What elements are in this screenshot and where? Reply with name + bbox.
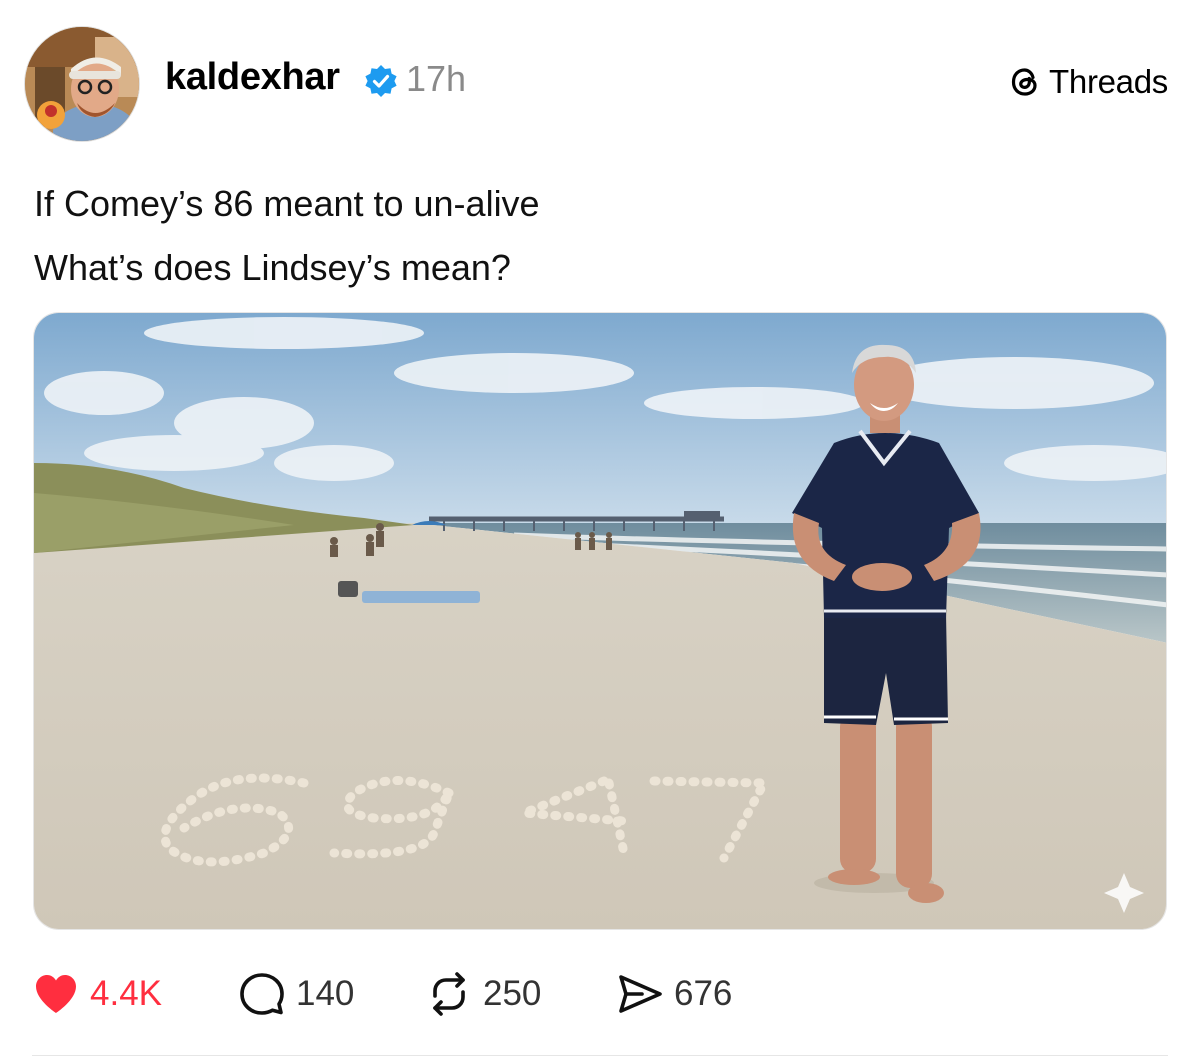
reply-count: 140: [296, 974, 355, 1013]
repost-button[interactable]: 250: [425, 966, 541, 1022]
share-button[interactable]: 676: [616, 966, 732, 1022]
post-caption: If Comey’s 86 meant to un-alive What’s d…: [34, 172, 540, 300]
post-timestamp: 17h: [406, 58, 467, 99]
threads-logo-icon: [1011, 68, 1037, 96]
reply-button[interactable]: 140: [238, 966, 354, 1022]
like-count: 4.4K: [90, 974, 162, 1013]
caption-line: What’s does Lindsey’s mean?: [34, 247, 511, 288]
post-image[interactable]: [33, 312, 1167, 930]
avatar[interactable]: [24, 26, 140, 142]
heart-icon: [36, 975, 76, 1013]
repost-icon: [433, 972, 465, 1016]
repost-count: 250: [483, 974, 542, 1013]
beach-towel: [362, 591, 480, 603]
like-button[interactable]: 4.4K: [32, 966, 162, 1022]
avatar-image: [25, 27, 139, 141]
threads-brand[interactable]: Threads: [1007, 62, 1168, 102]
share-count: 676: [674, 974, 733, 1013]
verified-badge-icon: [365, 65, 397, 97]
username[interactable]: kaldexhar: [165, 56, 340, 99]
send-icon: [619, 975, 662, 1013]
brand-label: Threads: [1049, 63, 1168, 100]
divider: [32, 1055, 1168, 1056]
threads-post: kaldexhar 17h Threads If Comey’s 86 mean…: [0, 0, 1200, 1062]
caption-line: If Comey’s 86 meant to un-alive: [34, 183, 540, 224]
beach-photo: [34, 313, 1166, 929]
speech-bubble-icon: [240, 973, 284, 1015]
